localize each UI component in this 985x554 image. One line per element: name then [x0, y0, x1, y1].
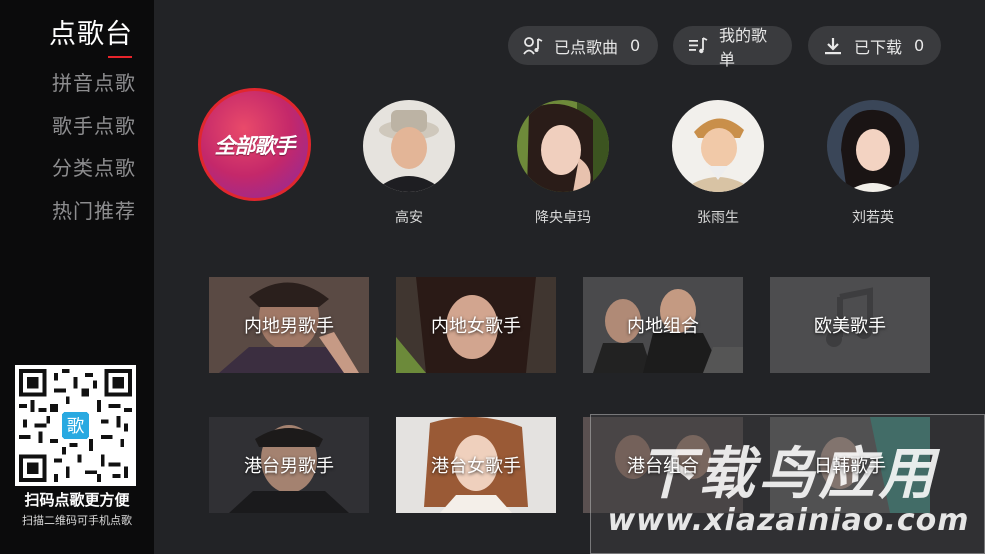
singer-name-2: 降央卓玛 — [535, 210, 591, 226]
my-playlist-label: 我的歌单 — [719, 25, 768, 69]
category-tile-western[interactable]: 欧美歌手 — [770, 277, 930, 373]
watermark-overlay: 下载鸟应用 www.xiazainiao.com — [590, 414, 985, 554]
singer-name-1: 高安 — [395, 210, 423, 226]
singer-avatar-4[interactable] — [827, 100, 919, 192]
singer-avatar-2[interactable] — [517, 100, 609, 192]
all-singers-label: 全部歌手 — [214, 133, 296, 158]
ordered-songs-count: 0 — [630, 36, 641, 55]
qr-badge-text: 歌 — [67, 417, 85, 437]
downloaded-button[interactable]: 已下载 0 — [808, 26, 941, 65]
watermark-url: www.xiazainiao.com — [607, 503, 970, 538]
qr-caption: 扫码点歌更方便 — [24, 491, 130, 509]
page-title: 点歌台 — [49, 19, 133, 50]
qr-code: 歌 — [15, 365, 136, 486]
category-label: 内地组合 — [627, 316, 699, 337]
sidebar-item-pinyin[interactable]: 拼音点歌 — [52, 67, 136, 96]
downloaded-label: 已下载 — [854, 37, 903, 57]
my-playlist-button[interactable]: 我的歌单 — [673, 26, 792, 69]
category-tile-mainland-group[interactable]: 内地组合 — [583, 277, 743, 373]
category-tile-hktw-female[interactable]: 港台女歌手 — [396, 417, 556, 513]
sidebar: 点歌台 拼音点歌 歌手点歌 分类点歌 热门推荐 歌 扫码点歌更方便 扫描二维码可… — [0, 0, 154, 554]
category-label: 港台男歌手 — [244, 456, 334, 477]
sidebar-item-hot[interactable]: 热门推荐 — [52, 195, 136, 224]
category-label: 欧美歌手 — [814, 316, 886, 337]
singer-name-3: 张雨生 — [697, 210, 739, 226]
category-label: 内地男歌手 — [244, 316, 334, 337]
category-tile-mainland-female[interactable]: 内地女歌手 — [396, 277, 556, 373]
singer-avatar-3[interactable] — [672, 100, 764, 192]
category-tile-mainland-male[interactable]: 内地男歌手 — [209, 277, 369, 373]
category-label: 内地女歌手 — [431, 316, 521, 337]
category-label: 港台女歌手 — [431, 456, 521, 477]
category-label: 日韩歌手 — [814, 456, 886, 477]
download-icon — [822, 35, 844, 57]
playlist-icon — [687, 35, 709, 57]
ordered-songs-button[interactable]: 已点歌曲 0 — [508, 26, 658, 65]
category-label: 港台组合 — [627, 456, 699, 477]
title-underline — [108, 56, 132, 58]
downloaded-count: 0 — [914, 36, 925, 55]
singer-name-4: 刘若英 — [852, 210, 894, 226]
singer-note-icon — [522, 35, 544, 57]
all-singers-button[interactable]: 全部歌手 — [198, 88, 311, 201]
category-tile-hktw-male[interactable]: 港台男歌手 — [209, 417, 369, 513]
qr-subcaption: 扫描二维码可手机点歌 — [22, 514, 132, 527]
ordered-songs-label: 已点歌曲 — [554, 37, 619, 57]
sidebar-item-category[interactable]: 分类点歌 — [52, 152, 136, 181]
sidebar-item-singer[interactable]: 歌手点歌 — [52, 110, 136, 139]
singer-avatar-1[interactable] — [363, 100, 455, 192]
